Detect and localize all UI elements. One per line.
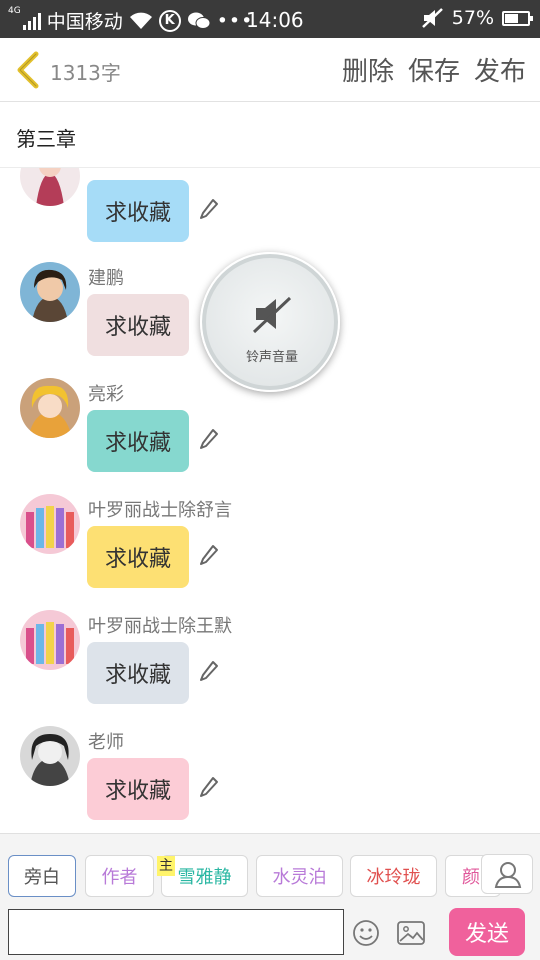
- publish-button[interactable]: 发布: [474, 51, 526, 88]
- avatar[interactable]: [20, 262, 80, 322]
- wechat-icon: [187, 12, 211, 29]
- message-bubble[interactable]: 求收藏: [87, 180, 189, 242]
- battery-icon: [502, 10, 533, 26]
- avatar[interactable]: [20, 610, 80, 670]
- message-bubble[interactable]: 求收藏: [87, 410, 189, 472]
- message-item: 老师 求收藏: [0, 726, 540, 833]
- speaker-muted-icon: [252, 296, 292, 334]
- message-item: 叶罗丽战士除王默 求收藏: [0, 610, 540, 726]
- message-sender: 建鹏: [88, 268, 124, 289]
- avatar[interactable]: [20, 494, 80, 554]
- back-arrow-icon[interactable]: [12, 50, 44, 90]
- message-sender: 老师: [88, 732, 124, 753]
- header-actions: 删除 保存 发布: [342, 51, 526, 88]
- message-item: 叶罗丽战士除舒言 求收藏: [0, 494, 540, 610]
- edit-pencil-icon[interactable]: [199, 198, 219, 220]
- message-item: 求收藏: [0, 168, 540, 264]
- message-input[interactable]: [8, 909, 344, 955]
- role-narrator[interactable]: 旁白: [8, 855, 76, 897]
- add-role-button[interactable]: [481, 854, 533, 894]
- role-selector-bar: 旁白 作者 雪雅静 主 水灵泊 冰玲珑 颜: [0, 833, 540, 903]
- send-button[interactable]: 发送: [449, 908, 525, 956]
- carrier-name: 中国移动: [46, 11, 123, 33]
- message-item: 亮彩 求收藏: [0, 378, 540, 494]
- role-author[interactable]: 作者: [85, 855, 154, 897]
- mute-icon: [421, 8, 443, 28]
- image-icon[interactable]: [397, 921, 425, 945]
- message-bubble[interactable]: 求收藏: [87, 526, 189, 588]
- k-app-icon: K: [158, 9, 181, 32]
- role-character[interactable]: 冰玲珑: [350, 855, 437, 897]
- avatar[interactable]: [20, 378, 80, 438]
- signal-icon: [22, 12, 41, 30]
- network-type: 4G: [8, 6, 21, 16]
- message-bubble[interactable]: 求收藏: [87, 294, 189, 356]
- volume-toast: 铃声音量: [200, 252, 340, 392]
- message-sender: 叶罗丽战士除王默: [88, 616, 232, 637]
- editor-header: 1313字 删除 保存 发布: [0, 38, 540, 102]
- clock: 14:06: [246, 8, 304, 32]
- edit-pencil-icon[interactable]: [199, 776, 219, 798]
- status-bar: 4G 中国移动 K ••• 14:06 57%: [0, 0, 540, 38]
- edit-pencil-icon[interactable]: [199, 660, 219, 682]
- avatar[interactable]: [20, 168, 80, 206]
- message-sender: 亮彩: [88, 384, 124, 405]
- chapter-title-field[interactable]: 第三章: [0, 102, 540, 168]
- battery-percent: 57%: [451, 7, 494, 29]
- role-character[interactable]: 水灵泊: [256, 855, 343, 897]
- emoji-icon[interactable]: [352, 919, 380, 947]
- avatar[interactable]: [20, 726, 80, 786]
- delete-button[interactable]: 删除: [342, 51, 394, 88]
- edit-pencil-icon[interactable]: [199, 428, 219, 450]
- message-bubble[interactable]: 求收藏: [87, 758, 189, 820]
- user-icon: [494, 862, 522, 888]
- edit-pencil-icon[interactable]: [199, 544, 219, 566]
- host-tag: 主: [157, 856, 175, 876]
- word-count: 1313字: [50, 61, 121, 85]
- volume-toast-label: 铃声音量: [245, 350, 298, 365]
- message-bubble[interactable]: 求收藏: [87, 642, 189, 704]
- message-sender: 叶罗丽战士除舒言: [88, 500, 232, 521]
- save-button[interactable]: 保存: [408, 51, 460, 88]
- input-bar: 发送: [0, 903, 540, 960]
- wifi-icon: [129, 12, 152, 29]
- chapter-title: 第三章: [16, 127, 76, 151]
